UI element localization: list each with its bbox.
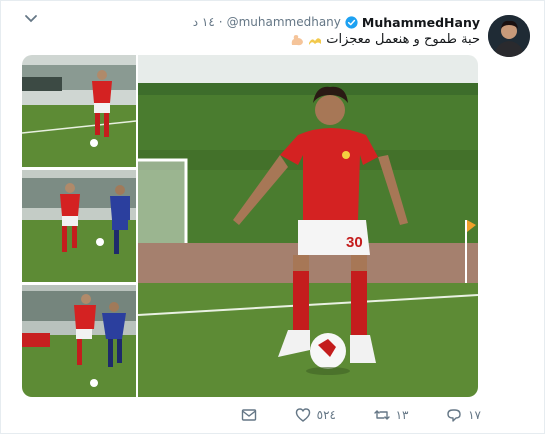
- tweet-actions: ١٧ ١٣ ٥٢٤: [241, 405, 481, 425]
- retweet-icon: [373, 410, 390, 420]
- like-count: ٥٢٤: [316, 408, 336, 422]
- tweet-header: MuhammedHany @muhammedhany · ١٤ د: [193, 13, 480, 31]
- avatar[interactable]: [488, 15, 530, 57]
- user-handle[interactable]: @muhammedhany: [227, 15, 341, 29]
- verified-badge-icon: [345, 15, 358, 29]
- retweet-button[interactable]: ١٣: [373, 407, 409, 423]
- media-main-photo[interactable]: 30: [137, 55, 478, 397]
- reply-icon: [447, 409, 461, 422]
- display-name[interactable]: MuhammedHany: [362, 15, 480, 30]
- direct-message-button[interactable]: [241, 407, 257, 423]
- tweet-media-grid[interactable]: 30: [22, 55, 478, 397]
- retweet-count: ١٣: [395, 408, 409, 422]
- chevron-down-icon[interactable]: [23, 11, 39, 27]
- media-thumb-2[interactable]: [22, 170, 136, 282]
- media-thumb-1[interactable]: [22, 55, 136, 167]
- heart-icon: [295, 408, 310, 422]
- reply-button[interactable]: ١٧: [446, 407, 481, 423]
- muscle-emoji-icon: [291, 34, 304, 45]
- tweet-card[interactable]: MuhammedHany @muhammedhany · ١٤ د حبة طم…: [0, 0, 545, 434]
- reply-count: ١٧: [468, 408, 481, 422]
- timestamp[interactable]: ١٤ د: [193, 15, 215, 29]
- tweet-text-content: حبة طموح و هنعمل معجزات: [326, 32, 480, 47]
- envelope-icon: [241, 409, 257, 421]
- like-button[interactable]: ٥٢٤: [295, 407, 336, 423]
- media-thumb-3[interactable]: [22, 285, 136, 397]
- svg-text:30: 30: [346, 234, 363, 251]
- wave-emoji-icon: [309, 37, 322, 45]
- separator-dot: ·: [218, 15, 223, 29]
- tweet-text: حبة طموح و هنعمل معجزات: [290, 32, 480, 47]
